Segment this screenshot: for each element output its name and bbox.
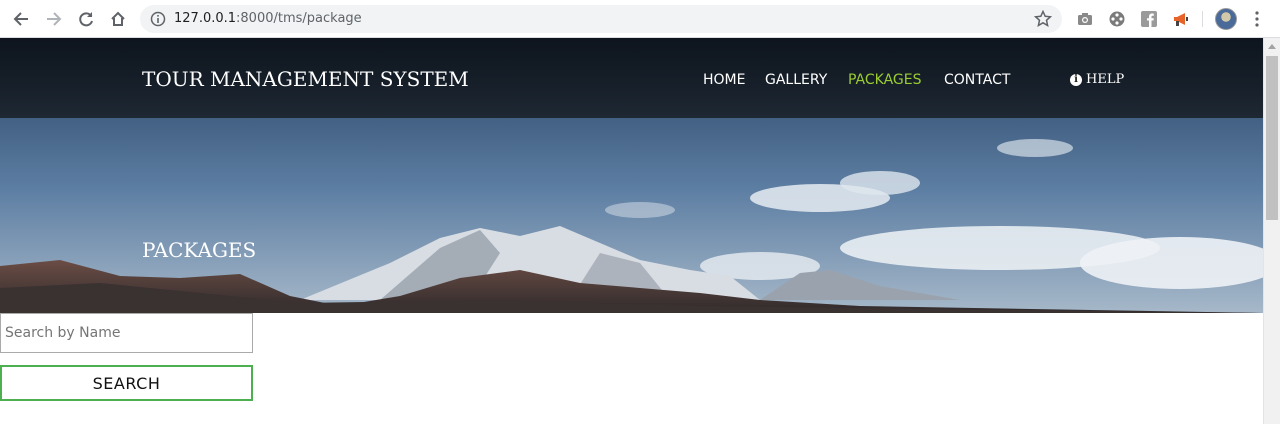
forward-button[interactable] xyxy=(43,8,65,30)
url-text[interactable]: 127.0.0.1:8000/tms/package xyxy=(174,11,362,26)
reload-button[interactable] xyxy=(75,8,97,30)
info-circle-icon: i xyxy=(1070,73,1082,86)
nav-contact-link[interactable]: CONTACT xyxy=(944,72,1010,88)
url-host: 127.0.0.1 xyxy=(174,11,237,26)
search-button[interactable]: SEARCH xyxy=(0,365,253,401)
page-viewport: TOUR MANAGEMENT SYSTEM HOME GALLERY PACK… xyxy=(0,38,1263,424)
page-title: PACKAGES xyxy=(142,238,257,262)
nav-gallery-link[interactable]: GALLERY xyxy=(765,72,827,88)
home-button[interactable] xyxy=(107,8,129,30)
toolbar-divider xyxy=(1202,11,1203,27)
site-brand[interactable]: TOUR MANAGEMENT SYSTEM xyxy=(142,67,469,91)
home-icon xyxy=(111,11,125,26)
hero-banner: TOUR MANAGEMENT SYSTEM HOME GALLERY PACK… xyxy=(0,38,1263,313)
bookmark-star-icon[interactable] xyxy=(1034,10,1052,28)
megaphone-icon[interactable] xyxy=(1172,10,1190,28)
more-menu-icon[interactable] xyxy=(1252,10,1262,28)
url-path: :8000/tms/package xyxy=(236,11,362,26)
reload-icon xyxy=(79,12,93,27)
camera-icon[interactable] xyxy=(1076,10,1094,28)
help-label: HELP xyxy=(1086,72,1125,87)
address-bar[interactable]: 127.0.0.1:8000/tms/package xyxy=(140,5,1062,33)
back-button[interactable] xyxy=(10,8,32,30)
browser-toolbar: 127.0.0.1:8000/tms/package xyxy=(0,0,1280,38)
film-reel-icon[interactable] xyxy=(1108,10,1126,28)
page-scrollbar[interactable] xyxy=(1263,38,1280,424)
facebook-icon[interactable] xyxy=(1140,10,1158,28)
nav-home-link[interactable]: HOME xyxy=(703,72,745,88)
info-icon[interactable] xyxy=(150,11,166,27)
back-arrow-icon xyxy=(13,12,28,26)
help-link[interactable]: i HELP xyxy=(1070,72,1124,87)
forward-arrow-icon xyxy=(47,12,62,26)
scroll-up-arrow-icon[interactable] xyxy=(1268,44,1276,49)
search-name-input[interactable] xyxy=(0,313,253,353)
nav-packages-link[interactable]: PACKAGES xyxy=(848,72,922,88)
profile-avatar[interactable] xyxy=(1215,8,1237,30)
site-navbar: TOUR MANAGEMENT SYSTEM HOME GALLERY PACK… xyxy=(0,38,1263,118)
scrollbar-thumb[interactable] xyxy=(1266,56,1278,220)
